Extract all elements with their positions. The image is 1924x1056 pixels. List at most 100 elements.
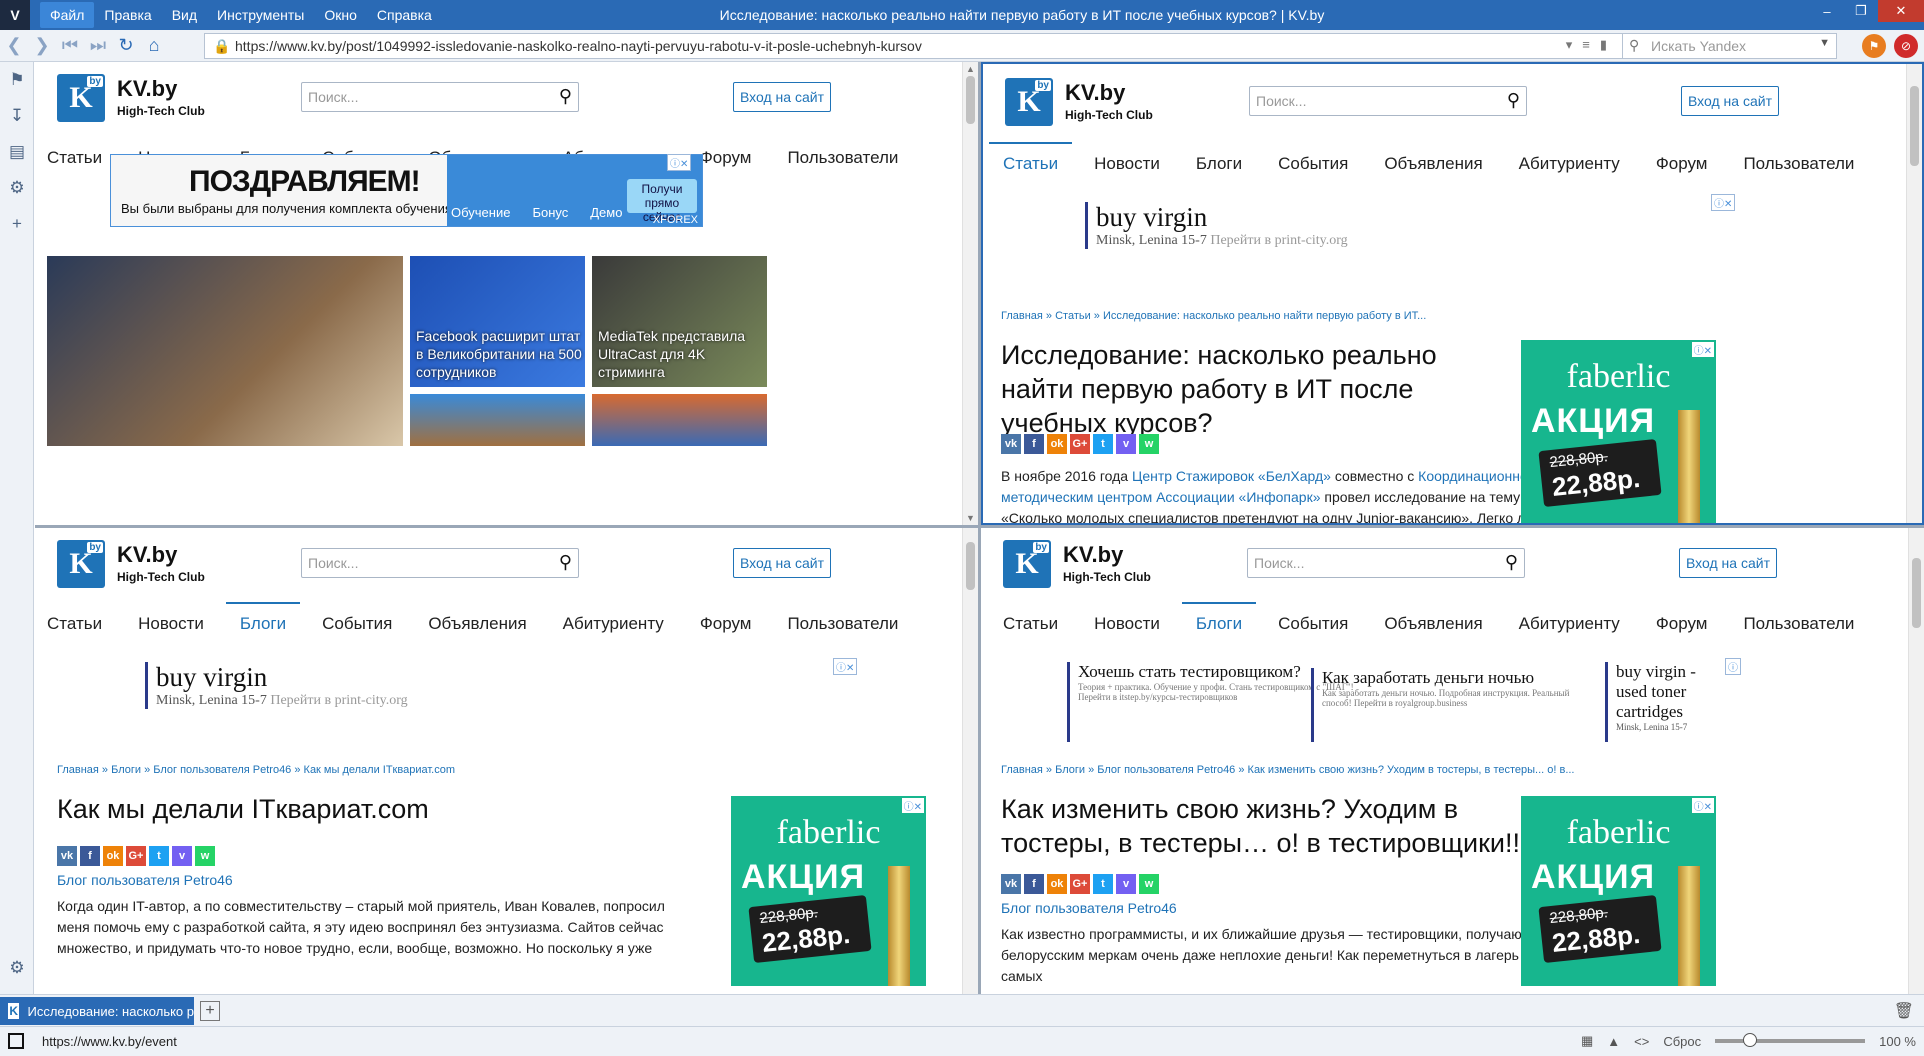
back-icon[interactable]: ❮ xyxy=(0,32,28,60)
news-card-facebook[interactable]: Facebook расширит штат в Великобритании … xyxy=(410,256,585,387)
zoom-slider-handle[interactable] xyxy=(1743,1033,1758,1047)
scrollbar[interactable]: ▲ ▼ xyxy=(962,62,978,525)
forex-ad[interactable]: ПОЗДРАВЛЯЕМ! Вы были выбраны для получен… xyxy=(110,154,703,227)
ad-close-icon[interactable]: ⓘ✕ xyxy=(833,658,858,675)
breadcrumb[interactable]: Главная » Блоги » Блог пользователя Petr… xyxy=(1001,764,1575,776)
search-icon[interactable]: ⚲ xyxy=(559,552,572,573)
nav-blogs[interactable]: Блоги xyxy=(1196,148,1242,180)
extension-icon[interactable]: ⚑ xyxy=(1862,34,1886,58)
nav-events[interactable]: События xyxy=(1278,148,1348,180)
rewind-icon[interactable]: ⏮ xyxy=(56,32,84,60)
share-vk-icon[interactable]: vk xyxy=(57,846,77,866)
chevron-down-icon[interactable]: ▼ xyxy=(1819,37,1830,49)
news-card-5[interactable] xyxy=(592,394,767,446)
login-button[interactable]: Вход на сайт xyxy=(733,82,831,112)
ad-close-icon[interactable]: ⓘ✕ xyxy=(1711,194,1736,211)
share-whatsapp-icon[interactable]: w xyxy=(195,846,215,866)
nav-forum[interactable]: Форум xyxy=(1656,148,1708,180)
search-icon[interactable]: ⚲ xyxy=(1507,90,1520,111)
scrollbar[interactable] xyxy=(1908,528,1924,994)
minimize-icon[interactable]: – xyxy=(1810,0,1844,22)
virgin-ad[interactable]: buy virgin Minsk, Lenina 15-7 Перейти в … xyxy=(1085,202,1348,249)
scrollbar[interactable] xyxy=(1906,64,1922,523)
share-ok-icon[interactable]: ok xyxy=(1047,874,1067,894)
news-card-4[interactable] xyxy=(410,394,585,446)
ad-night-money[interactable]: Как заработать деньги ночью Как заработа… xyxy=(1311,668,1591,742)
site-brand[interactable]: KV.by xyxy=(1065,80,1125,106)
nav-users[interactable]: Пользователи xyxy=(787,142,898,174)
site-search-input[interactable]: Поиск... ⚲ xyxy=(1249,86,1527,116)
add-panel-icon[interactable]: + xyxy=(0,206,34,242)
blog-link[interactable]: Блог пользователя Petro46 xyxy=(1001,900,1177,916)
nav-articles[interactable]: Статьи xyxy=(1003,608,1058,640)
home-icon[interactable]: ⌂ xyxy=(140,32,168,60)
login-button[interactable]: Вход на сайт xyxy=(733,548,831,578)
site-logo[interactable]: Kby xyxy=(57,540,105,588)
site-search-input[interactable]: Поиск... ⚲ xyxy=(301,82,579,112)
menu-help[interactable]: Справка xyxy=(367,2,442,28)
nav-applicant[interactable]: Абитуриенту xyxy=(1519,608,1620,640)
site-logo[interactable]: Kby xyxy=(57,74,105,122)
nav-news[interactable]: Новости xyxy=(1094,608,1160,640)
share-whatsapp-icon[interactable]: w xyxy=(1139,434,1159,454)
vivaldi-logo[interactable]: V xyxy=(0,0,30,30)
share-facebook-icon[interactable]: f xyxy=(80,846,100,866)
close-icon[interactable]: ✕ xyxy=(1878,0,1924,22)
nav-users[interactable]: Пользователи xyxy=(787,608,898,640)
nav-ads[interactable]: Объявления xyxy=(1384,148,1482,180)
share-twitter-icon[interactable]: t xyxy=(1093,434,1113,454)
notes-icon[interactable]: ▤ xyxy=(0,134,34,170)
menu-edit[interactable]: Правка xyxy=(94,2,161,28)
trash-icon[interactable]: 🗑 xyxy=(1894,1001,1914,1021)
blog-link[interactable]: Блог пользователя Petro46 xyxy=(57,872,233,888)
breadcrumb[interactable]: Главная » Статьи » Исследование: насколь… xyxy=(1001,310,1426,322)
share-whatsapp-icon[interactable]: w xyxy=(1139,874,1159,894)
new-tab-button[interactable]: + xyxy=(200,1001,220,1021)
menu-file[interactable]: Файл xyxy=(40,2,95,28)
zoom-slider[interactable] xyxy=(1715,1033,1866,1047)
share-gplus-icon[interactable]: G+ xyxy=(126,846,146,866)
nav-blogs[interactable]: Блоги xyxy=(1181,602,1257,640)
share-vk-icon[interactable]: vk xyxy=(1001,874,1021,894)
share-facebook-icon[interactable]: f xyxy=(1024,874,1044,894)
maximize-icon[interactable]: ❐ xyxy=(1844,0,1878,22)
tab-active[interactable]: K Исследование: насколько р xyxy=(0,997,194,1025)
nav-articles[interactable]: Статьи xyxy=(47,142,102,174)
address-bar[interactable]: 🔒 https://www.kv.by/post/1049992-issledo… xyxy=(204,33,1624,59)
site-brand[interactable]: KV.by xyxy=(1063,542,1123,568)
menu-tools[interactable]: Инструменты xyxy=(207,2,314,28)
share-ok-icon[interactable]: ok xyxy=(103,846,123,866)
breadcrumb[interactable]: Главная » Блоги » Блог пользователя Petr… xyxy=(57,764,455,776)
nav-articles[interactable]: Статьи xyxy=(47,608,102,640)
site-logo[interactable]: Kby xyxy=(1005,78,1053,126)
ad-close-icon[interactable]: ⓘ✕ xyxy=(1691,342,1714,357)
link-belhard[interactable]: Центр Стажировок «БелХард» xyxy=(1132,468,1331,484)
bookmark-icon[interactable]: ⚑ xyxy=(0,62,34,98)
nav-ads[interactable]: Объявления xyxy=(428,608,526,640)
search-icon[interactable]: ⚲ xyxy=(1505,552,1518,573)
nav-forum[interactable]: Форум xyxy=(700,142,752,174)
scrollbar[interactable] xyxy=(962,528,978,994)
fast-forward-icon[interactable]: ⏭ xyxy=(84,32,112,60)
share-facebook-icon[interactable]: f xyxy=(1024,434,1044,454)
nav-users[interactable]: Пользователи xyxy=(1743,608,1854,640)
search-icon[interactable]: ⚲ xyxy=(559,86,572,107)
faberlic-ad[interactable]: faberlic АКЦИЯ 228,80р. 22,88р. ⓘ✕ xyxy=(1521,796,1716,986)
ad-virgin-toner[interactable]: buy virgin - used toner cartridges Minsk… xyxy=(1605,662,1715,742)
code-icon[interactable]: <> xyxy=(1634,1034,1649,1049)
news-card-main[interactable] xyxy=(47,256,403,446)
login-button[interactable]: Вход на сайт xyxy=(1681,86,1779,116)
virgin-ad[interactable]: buy virgin Minsk, Lenina 15-7 Перейти в … xyxy=(145,662,408,709)
menu-view[interactable]: Вид xyxy=(162,2,207,28)
ad-info-icon[interactable]: ⓘ xyxy=(1725,658,1741,675)
news-card-mediatek[interactable]: MediaTek представила UltraCast для 4K ст… xyxy=(592,256,767,387)
address-actions-icon[interactable]: ▾≡▮ xyxy=(1566,37,1617,53)
nav-applicant[interactable]: Абитуриенту xyxy=(563,608,664,640)
share-gplus-icon[interactable]: G+ xyxy=(1070,874,1090,894)
nav-ads[interactable]: Объявления xyxy=(1384,608,1482,640)
nav-forum[interactable]: Форум xyxy=(1656,608,1708,640)
settings-icon[interactable]: ⚙ xyxy=(0,950,34,986)
forex-cta-button[interactable]: Получи прямо сейчас xyxy=(627,179,697,224)
share-viber-icon[interactable]: v xyxy=(1116,874,1136,894)
site-logo[interactable]: Kby xyxy=(1003,540,1051,588)
